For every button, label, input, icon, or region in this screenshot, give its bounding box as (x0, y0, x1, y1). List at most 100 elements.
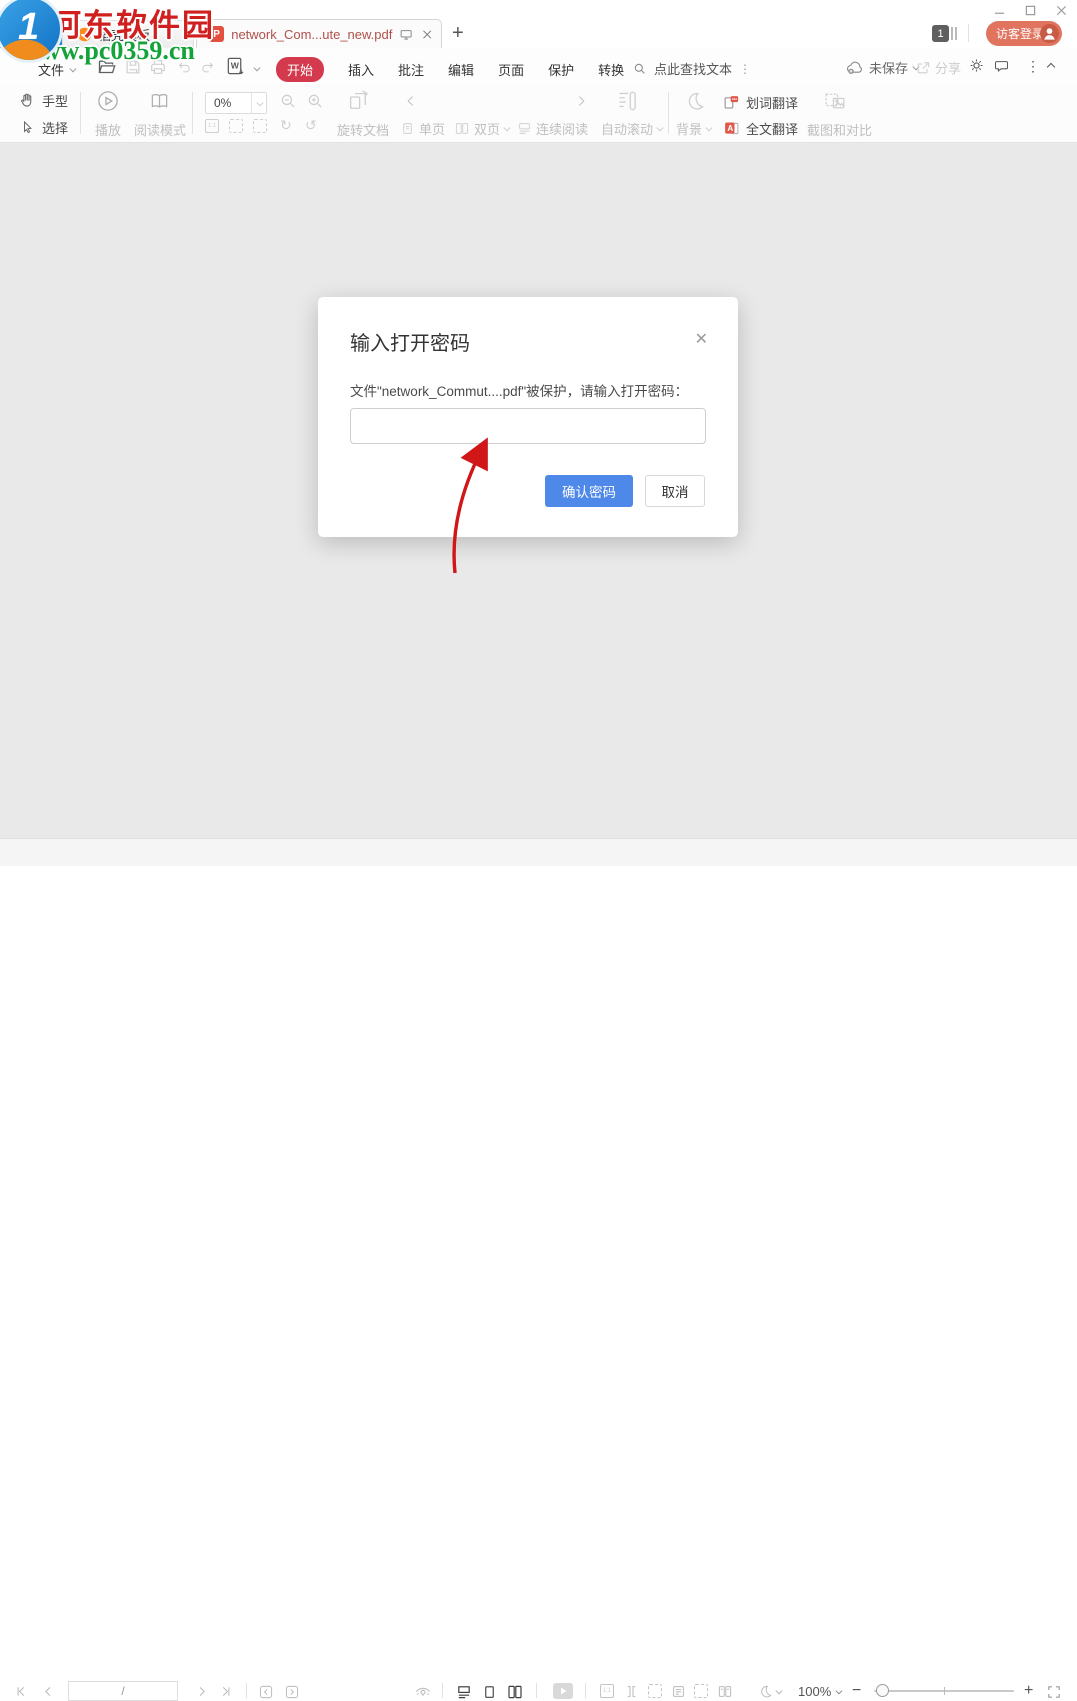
rotate-doc-button[interactable] (345, 88, 372, 115)
ribbon-tab-insert[interactable]: 插入 (348, 60, 374, 79)
next-page-icon[interactable] (573, 93, 589, 109)
continuous-read-label: 连续阅读 (536, 119, 588, 138)
zoom-level-control[interactable]: 100% (798, 1684, 841, 1699)
fit-height-icon[interactable] (624, 1684, 639, 1699)
fit-page-icon[interactable] (648, 1684, 662, 1698)
divider (968, 24, 969, 42)
chevron-down-icon (504, 125, 510, 131)
divider (246, 1683, 247, 1698)
single-page-view-icon[interactable] (482, 1684, 497, 1700)
background-button[interactable]: 背景 (676, 119, 711, 138)
select-tool-button[interactable]: 选择 (19, 118, 68, 137)
prev-page-icon[interactable] (41, 1684, 56, 1699)
prev-page-icon[interactable] (403, 93, 419, 109)
first-page-icon[interactable] (14, 1684, 29, 1699)
fit-width-icon[interactable] (694, 1684, 708, 1698)
eye-protect-icon[interactable] (414, 1684, 432, 1700)
collapse-ribbon-icon[interactable] (1047, 63, 1055, 71)
play-button[interactable] (96, 89, 120, 113)
chevron-down-icon (776, 1688, 782, 1694)
continuous-read-icon (517, 121, 532, 136)
rotate-right-icon[interactable]: ↻ (280, 117, 292, 134)
next-page-icon[interactable] (194, 1684, 209, 1699)
fit-page-icon[interactable] (229, 119, 243, 133)
full-translate-button[interactable]: A 全文翻译 (723, 119, 798, 138)
hand-tool-button[interactable]: 手型 (18, 91, 68, 110)
read-mode-label: 阅读模式 (134, 120, 186, 139)
play-icon (96, 89, 120, 113)
share-button[interactable]: 分享 (915, 58, 961, 77)
continuous-view-icon[interactable] (456, 1684, 472, 1700)
read-mode-button[interactable] (148, 90, 171, 112)
share-icon (915, 60, 931, 76)
toolbar: 手型 选择 播放 阅读模式 0% 1:1 ↻ ↺ 旋转文档 / 单页 双页 (0, 85, 1077, 143)
tab-document[interactable]: P network_Com...ute_new.pdf (196, 19, 442, 48)
close-window-button[interactable] (1050, 2, 1072, 18)
find-text-box[interactable]: 点此查找文本 ⋮ (633, 59, 750, 78)
zoom-percent-combo[interactable]: 0% (205, 92, 267, 114)
zoom-out-icon[interactable] (279, 92, 298, 111)
minimize-button[interactable] (988, 2, 1010, 18)
actual-size-icon[interactable]: 1:1 (205, 119, 219, 133)
auto-scroll-button[interactable]: 自动滚动 (601, 119, 662, 138)
fullscreen-icon[interactable] (1046, 1684, 1062, 1700)
password-dialog: 输入打开密码 ✕ 文件"network_Commut....pdf"被保护，请输… (318, 297, 738, 537)
export-word-icon[interactable]: W (225, 56, 246, 77)
one-to-one-label: 1:1 (208, 123, 216, 129)
background-moon-icon[interactable] (684, 90, 706, 112)
last-page-icon[interactable] (218, 1684, 233, 1699)
new-tab-button[interactable]: + (452, 22, 464, 45)
cancel-button[interactable]: 取消 (645, 475, 705, 507)
zoom-percent-value: 0% (206, 96, 251, 110)
screenshot-compare-button[interactable] (823, 89, 848, 114)
fit-text-icon[interactable] (671, 1684, 686, 1699)
zoom-level-value: 100% (798, 1684, 831, 1699)
forward-location-icon[interactable] (284, 1684, 300, 1700)
continuous-read-button[interactable]: 连续阅读 (517, 119, 588, 138)
ribbon-tab-convert[interactable]: 转换 (598, 60, 624, 79)
actual-size-icon[interactable]: 1:1 (600, 1684, 614, 1698)
chevron-down-icon (254, 64, 260, 70)
guest-login-button[interactable]: 访客登录 (986, 21, 1062, 46)
redo-icon[interactable] (200, 59, 216, 75)
book-view-icon[interactable] (717, 1684, 733, 1699)
word-translate-button[interactable]: 划词翻译 (723, 93, 798, 112)
zoom-in-icon[interactable] (306, 92, 325, 111)
share-label: 分享 (935, 58, 961, 77)
back-location-icon[interactable] (258, 1684, 274, 1700)
ribbon-tab-protect[interactable]: 保护 (548, 60, 574, 79)
settings-gear-icon[interactable] (968, 57, 985, 74)
fit-width-icon[interactable] (253, 119, 267, 133)
rotate-left-icon[interactable]: ↺ (305, 117, 317, 134)
ribbon-tab-edit[interactable]: 编辑 (448, 60, 474, 79)
double-page-view-icon[interactable] (506, 1684, 524, 1700)
dialog-close-icon[interactable]: ✕ (695, 329, 708, 349)
play-label: 播放 (95, 120, 121, 139)
tab-close-icon[interactable] (421, 28, 433, 41)
auto-scroll-icon[interactable] (614, 88, 640, 114)
more-menu-icon[interactable]: ⋮ (1026, 58, 1040, 75)
ribbon-tab-page[interactable]: 页面 (498, 60, 524, 79)
double-page-button[interactable]: 双页 (454, 119, 509, 138)
play-slideshow-icon[interactable] (553, 1683, 573, 1699)
single-page-button[interactable]: 单页 (400, 119, 445, 138)
save-status[interactable]: 未保存 (845, 58, 918, 77)
zoom-minus-icon[interactable]: − (852, 1682, 861, 1700)
zoom-plus-icon[interactable]: + (1024, 1682, 1033, 1700)
more-icon[interactable]: ⋮ (739, 62, 750, 76)
hand-tool-label: 手型 (42, 91, 68, 110)
dialog-title: 输入打开密码 (350, 327, 470, 356)
comment-bubble-icon[interactable] (993, 58, 1010, 74)
full-translate-icon: A (723, 120, 740, 137)
password-input[interactable] (350, 408, 706, 444)
ribbon-tab-comment[interactable]: 批注 (398, 60, 424, 79)
page-number-box[interactable]: / (68, 1681, 178, 1701)
maximize-button[interactable] (1019, 2, 1041, 18)
ribbon-tab-home[interactable]: 开始 (276, 57, 324, 82)
night-mode-button[interactable] (758, 1684, 781, 1699)
zoom-slider-knob[interactable] (876, 1684, 889, 1697)
confirm-password-button[interactable]: 确认密码 (545, 475, 633, 507)
present-monitor-icon[interactable] (399, 27, 413, 42)
window-count-badge[interactable]: 1 (932, 25, 949, 42)
guest-login-label: 访客登录 (996, 25, 1044, 42)
